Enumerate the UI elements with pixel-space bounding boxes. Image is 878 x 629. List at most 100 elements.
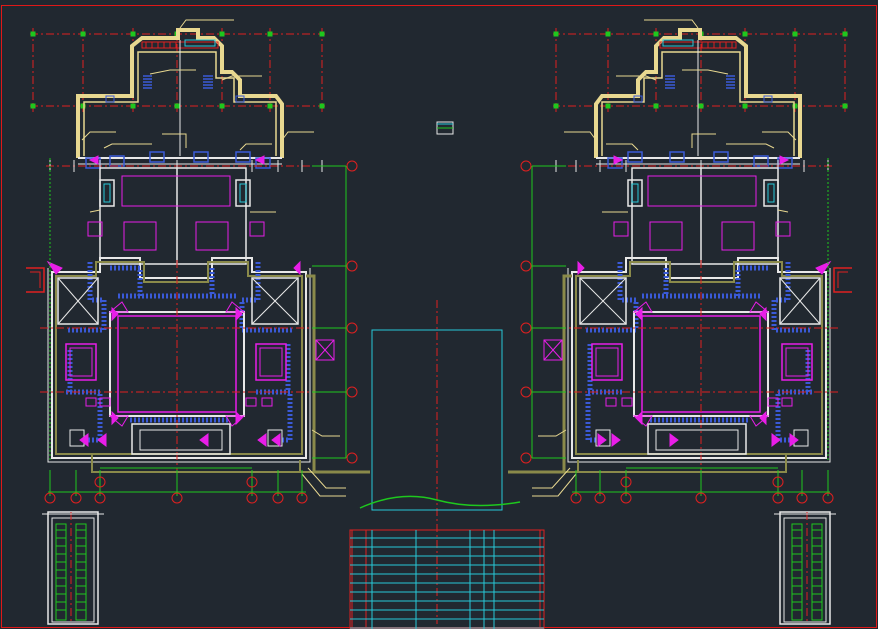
leader-line: [162, 133, 187, 148]
axis-bubble: [346, 386, 358, 398]
leader-line: [532, 473, 577, 497]
axis-node: [319, 31, 325, 37]
valve-marker: [597, 433, 607, 447]
leader-line: [301, 473, 346, 497]
balcony-left-inner: [30, 271, 41, 288]
fixture: [781, 397, 793, 407]
axis-node: [130, 103, 136, 109]
leader-line: [179, 19, 234, 29]
axis-bubble: [520, 260, 532, 272]
axis-node: [219, 31, 225, 37]
valve-marker: [257, 433, 267, 447]
fixture: [605, 397, 617, 407]
balcony-left-inner: [837, 271, 848, 288]
side-room-inner: [69, 347, 93, 377]
right-floor-plan: [508, 19, 852, 625]
axis-node: [80, 31, 86, 37]
axis-node: [842, 103, 848, 109]
leader-line: [691, 133, 716, 148]
leader-line: [149, 69, 196, 75]
axis-node: [742, 31, 748, 37]
axis-node: [553, 103, 559, 109]
leader-line: [644, 19, 699, 29]
legend-frame: [349, 529, 545, 629]
core-wall-hatch: [585, 389, 622, 443]
equipment-box: [721, 221, 755, 251]
door-leaf: [767, 183, 775, 203]
legend-table: [349, 529, 545, 629]
axis-node: [698, 103, 704, 109]
axis-node: [219, 103, 225, 109]
equipment-small: [249, 221, 265, 237]
side-room-inner: [595, 347, 619, 377]
leader-line: [311, 429, 340, 437]
equipment-box: [195, 221, 229, 251]
valve-marker: [235, 410, 243, 426]
axis-node: [605, 31, 611, 37]
axis-bubble: [346, 322, 358, 334]
leader-line: [726, 143, 775, 149]
leader-line: [777, 209, 789, 213]
axis-node: [742, 103, 748, 109]
axis-node: [792, 31, 798, 37]
axis-node: [653, 103, 659, 109]
core-wall-hatch: [66, 389, 103, 443]
valve-marker: [669, 433, 679, 447]
equipment-box: [123, 221, 157, 251]
fixture: [85, 397, 97, 407]
axis-node: [605, 103, 611, 109]
door-leaf: [239, 183, 247, 203]
axis-node: [174, 103, 180, 109]
equipment-zone: [647, 175, 757, 207]
axis-node: [130, 31, 136, 37]
axis-node: [30, 31, 36, 37]
leader-line: [538, 429, 567, 437]
leader-line: [762, 131, 797, 141]
door-leaf: [631, 183, 639, 203]
axis-bubble: [346, 452, 358, 464]
equipment-small: [613, 221, 629, 237]
side-room-inner: [259, 347, 283, 377]
drain-pipe: [576, 454, 787, 473]
fixture: [261, 397, 273, 407]
valve-marker: [611, 433, 621, 447]
valve-marker: [635, 410, 643, 426]
valve-marker: [111, 306, 119, 322]
axis-bubble: [520, 386, 532, 398]
top-vent: [184, 39, 216, 47]
axis-bubble: [346, 260, 358, 272]
core-wall-hatch: [256, 389, 293, 443]
axis-node: [553, 31, 559, 37]
leader-line: [81, 131, 116, 141]
left-floor-plan: [26, 19, 370, 625]
door-leaf: [103, 183, 111, 203]
axis-bubble: [520, 322, 532, 334]
leader-line: [103, 143, 152, 149]
bottom-room-inner: [655, 429, 739, 451]
cad-drawing-canvas: [1, 5, 877, 629]
riser-pipe: [508, 274, 572, 474]
equipment-box: [649, 221, 683, 251]
equipment-zone: [121, 175, 231, 207]
axis-node: [30, 103, 36, 109]
core-wall-hatch: [775, 389, 812, 443]
axis-bubble: [520, 160, 532, 172]
center-elements: [359, 121, 521, 624]
fixture: [245, 397, 257, 407]
side-room-inner: [785, 347, 809, 377]
axis-node: [319, 103, 325, 109]
axis-node: [267, 31, 273, 37]
axis-node: [267, 103, 273, 109]
axis-node: [842, 31, 848, 37]
riser-pipe: [306, 274, 370, 474]
leader-line: [564, 131, 597, 141]
leader-line: [239, 143, 272, 151]
fixture: [621, 397, 633, 407]
leader-line: [682, 69, 729, 75]
site-curve: [359, 495, 521, 509]
axis-bubble: [346, 160, 358, 172]
leader-line: [606, 143, 639, 151]
valve-marker: [199, 433, 209, 447]
valve-marker: [271, 433, 281, 447]
top-vent: [662, 39, 694, 47]
